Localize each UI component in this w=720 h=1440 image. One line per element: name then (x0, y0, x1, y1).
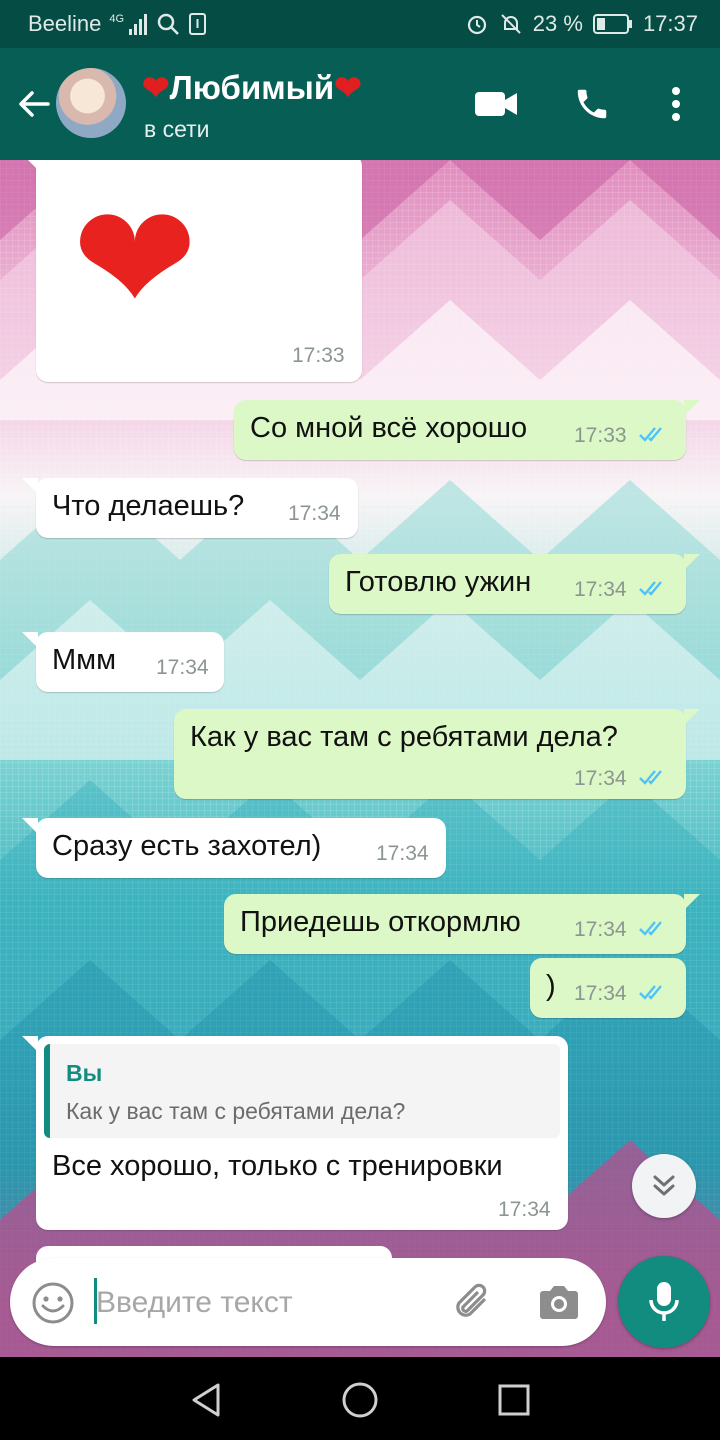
message-bubble-outgoing[interactable]: Приедешь откормлю 17:34 (224, 894, 700, 954)
message-composer (10, 1258, 606, 1346)
menu-button[interactable] (654, 82, 698, 126)
message-time: 17:34 (498, 1198, 551, 1221)
message-time: 17:34 (288, 502, 341, 525)
avatar[interactable] (56, 68, 126, 138)
quoted-text: Как у вас там с ребятами дела? (66, 1098, 406, 1124)
read-ticks-icon (639, 921, 662, 936)
emoji-button[interactable] (30, 1280, 76, 1326)
square-recents-icon (498, 1384, 530, 1416)
nav-recents-button[interactable] (494, 1380, 534, 1420)
quoted-author: Вы (66, 1060, 103, 1086)
message-bubble-outgoing[interactable]: ) 17:34 (530, 958, 686, 1018)
message-bubble-outgoing[interactable]: Готовлю ужин 17:34 (329, 554, 700, 614)
camera-button[interactable] (536, 1280, 582, 1326)
double-chevron-down-icon (653, 1175, 675, 1196)
mute-icon (501, 14, 521, 34)
heart-icon: ❤ (334, 69, 362, 106)
triangle-back-icon (192, 1383, 220, 1417)
scroll-to-bottom-button[interactable] (632, 1154, 696, 1218)
paperclip-icon (456, 1283, 487, 1317)
read-ticks-icon (639, 581, 662, 596)
search-icon (157, 13, 179, 35)
chat-area[interactable]: ❤ 17:33 Со мной всё хорошо 17:33 Что дел… (0, 160, 720, 1357)
screenshot-icon (189, 13, 207, 35)
clock: 17:37 (642, 11, 698, 36)
status-bar-right: 23 % 17:37 (465, 11, 698, 37)
message-text: Со мной всё хорошо (250, 412, 528, 444)
heart-icon: ❤ (142, 69, 170, 106)
message-bubble-incoming[interactable]: Сразу есть захотел) 17:34 (22, 818, 446, 878)
chat-header: ❤Любимый❤ в сети (0, 48, 720, 160)
arrow-left-icon (19, 91, 50, 117)
status-bar: Beeline 4G 23 % 17:37 (0, 0, 720, 48)
message-bubble-outgoing[interactable]: Как у вас там с ребятами дела? 17:34 (174, 709, 700, 799)
circle-home-icon (342, 1382, 378, 1418)
message-bubble-outgoing[interactable]: Со мной всё хорошо 17:33 (234, 400, 700, 460)
read-ticks-icon (639, 985, 662, 1000)
message-time: 17:34 (574, 982, 627, 1005)
camera-icon (540, 1286, 578, 1319)
phone-icon (577, 89, 607, 119)
carrier-name: Beeline (28, 11, 102, 36)
read-ticks-icon (639, 770, 662, 785)
message-bubble-incoming[interactable]: Что делаешь? 17:34 (22, 478, 358, 538)
more-vert-icon (672, 87, 680, 121)
message-bubble-incoming[interactable]: ❤ 17:33 (22, 160, 362, 382)
emoji-icon (32, 1282, 74, 1324)
status-bar-left: Beeline 4G (28, 11, 208, 37)
message-text: Как у вас там с ребятами дела? (190, 721, 618, 753)
message-time: 17:34 (574, 918, 627, 941)
quoted-message[interactable]: Вы Как у вас там с ребятами дела? (44, 1044, 560, 1138)
message-text: Что делаешь? (52, 490, 245, 522)
message-text: Все хорошо, только с тренировки (52, 1150, 503, 1182)
read-ticks-icon (639, 427, 662, 442)
message-text: Ммм (52, 644, 117, 676)
message-time: 17:34 (574, 578, 627, 601)
message-time: 17:33 (292, 344, 345, 367)
back-button[interactable] (14, 84, 54, 124)
alarm-icon (467, 15, 486, 35)
message-time: 17:33 (574, 424, 627, 447)
nav-home-button[interactable] (340, 1380, 380, 1420)
voice-record-button[interactable] (618, 1256, 710, 1348)
contact-name-text: Любимый (169, 69, 335, 106)
message-bubble-incoming[interactable]: Ммм 17:34 (22, 632, 224, 692)
contact-name[interactable]: ❤Любимый❤ (142, 68, 362, 107)
battery-icon (592, 14, 632, 34)
voice-call-button[interactable] (570, 82, 614, 126)
message-bubble-incoming[interactable]: Вы Как у вас там с ребятами дела? Все хо… (22, 1036, 568, 1230)
message-emoji: ❤ (72, 175, 198, 343)
message-text: Приедешь откормлю (240, 906, 521, 938)
battery-percent: 23 % (532, 11, 583, 36)
message-text: Готовлю ужин (345, 566, 532, 598)
video-call-button[interactable] (474, 82, 518, 126)
signal-icon (129, 14, 148, 35)
message-input[interactable] (96, 1280, 426, 1326)
attach-button[interactable] (448, 1278, 496, 1326)
message-text: Сразу есть захотел) (52, 830, 322, 862)
message-time: 17:34 (156, 656, 209, 679)
microphone-icon (649, 1282, 679, 1321)
system-navigation-bar (0, 1358, 720, 1440)
nav-back-button[interactable] (186, 1380, 226, 1420)
message-time: 17:34 (574, 767, 627, 790)
contact-status: в сети (144, 116, 210, 142)
message-time: 17:34 (376, 842, 429, 865)
network-type: 4G (109, 13, 125, 25)
message-text: ) (546, 970, 556, 1002)
video-camera-icon (475, 92, 517, 116)
